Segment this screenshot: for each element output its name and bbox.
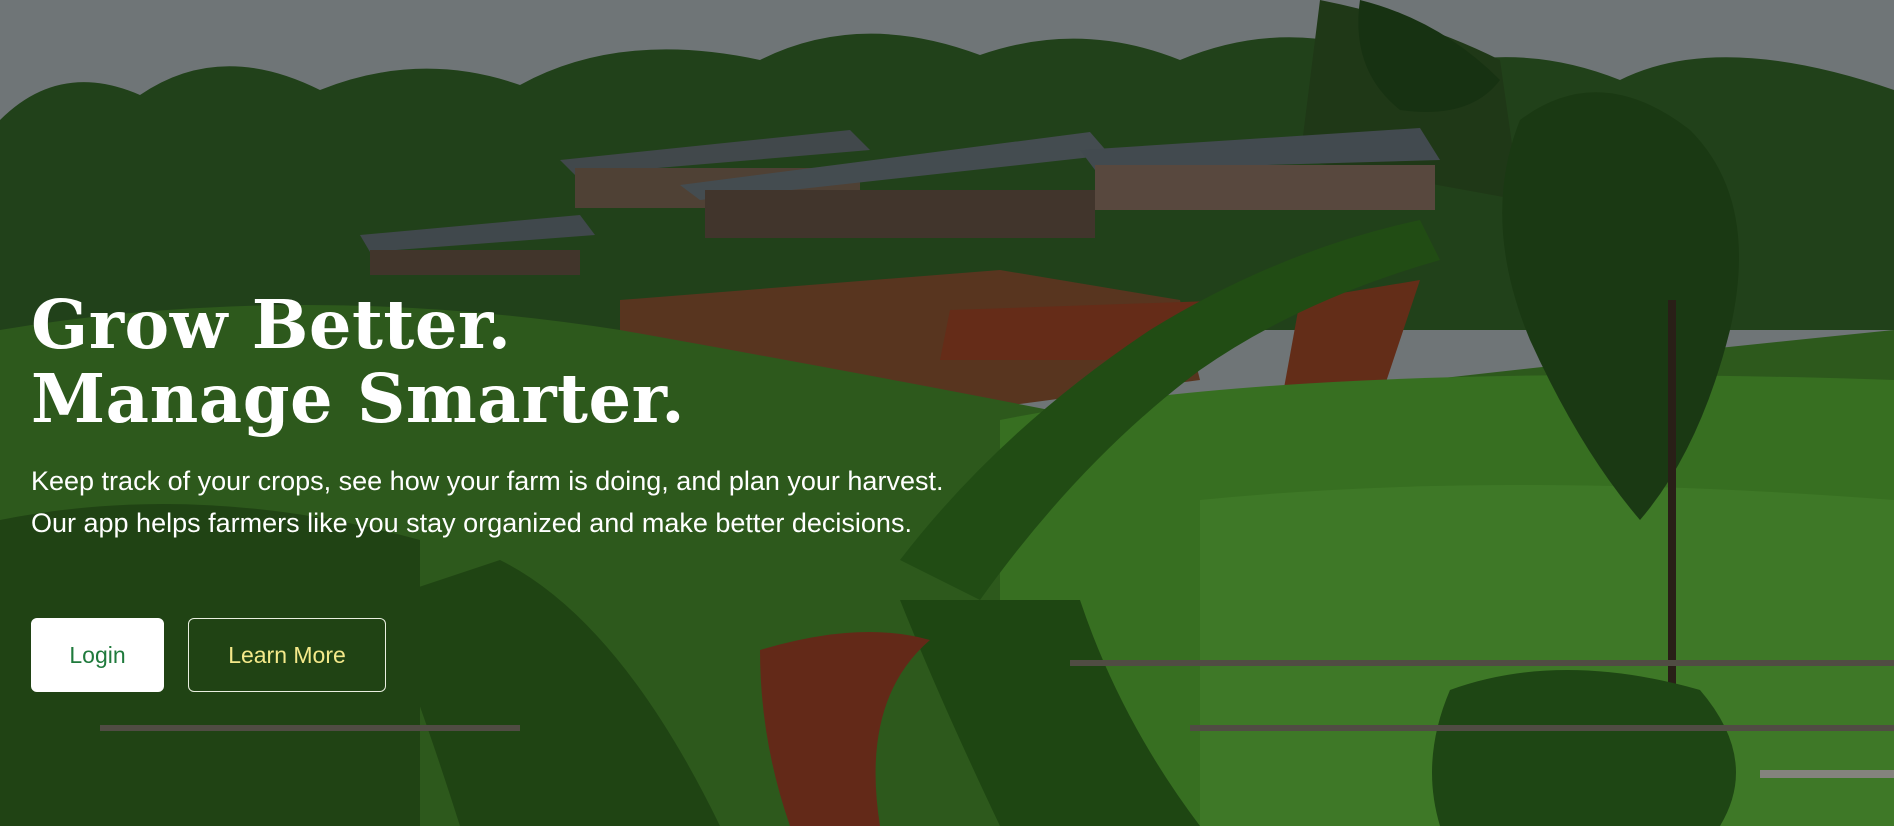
hero-subtext: Keep track of your crops, see how your f… (31, 466, 944, 538)
hero-headline: Grow Better. Manage Smarter. (31, 285, 686, 438)
hero-actions: Login Learn More (31, 618, 386, 692)
hero-section: Grow Better. Manage Smarter. Keep track … (0, 0, 1894, 826)
login-button[interactable]: Login (31, 618, 164, 692)
hero-content: Grow Better. Manage Smarter. Keep track … (31, 288, 991, 544)
learn-more-button[interactable]: Learn More (188, 618, 386, 692)
